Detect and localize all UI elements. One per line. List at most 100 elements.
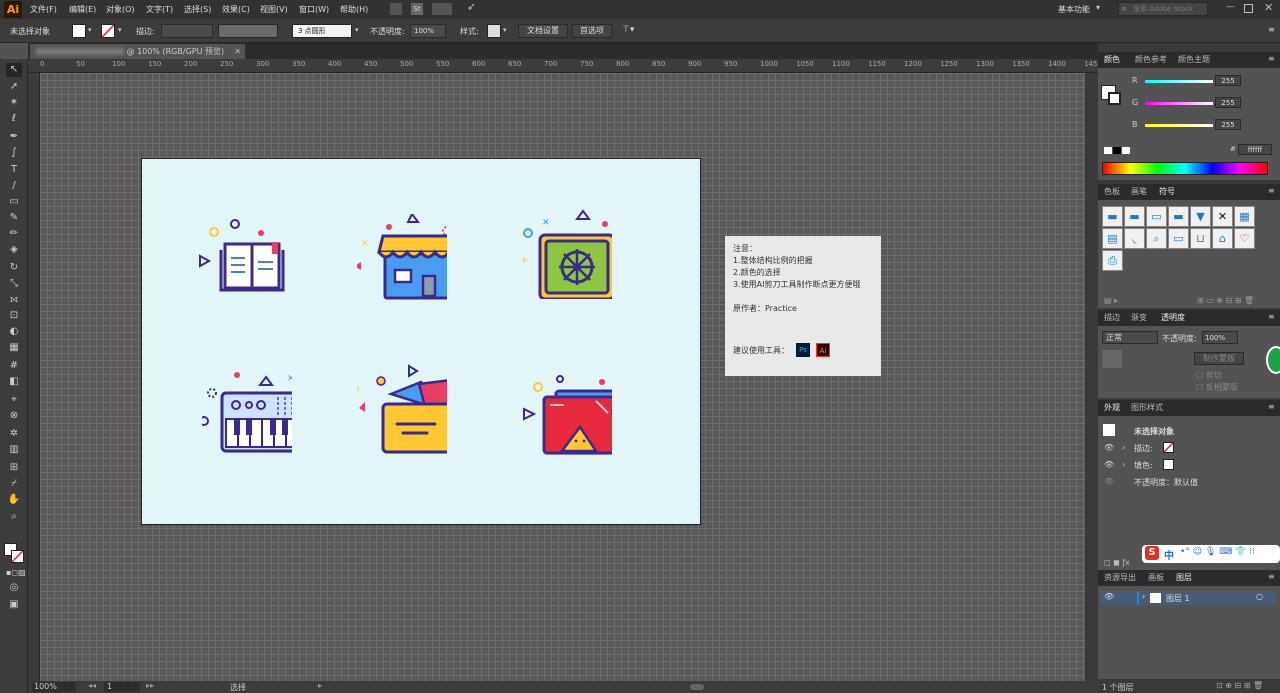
graphic-style-swatch[interactable] — [487, 24, 501, 38]
status-menu-icon[interactable]: ▸ — [318, 681, 322, 690]
chevron-down-icon[interactable]: ▾ — [1096, 3, 1100, 12]
arrange-icon[interactable] — [432, 3, 452, 15]
zoom-tool-icon[interactable]: ⌕ — [6, 510, 22, 524]
chevron-right-icon[interactable]: › — [1122, 460, 1125, 469]
panel-menu-icon[interactable]: ≡ — [1268, 402, 1275, 411]
symbol-film-icon[interactable]: ▤ — [1102, 228, 1123, 249]
paintbrush-tool-icon[interactable]: ✎ — [6, 211, 22, 225]
artboard[interactable]: ✕ + ✕ ✕ + — [141, 158, 701, 525]
symbol-banner-icon[interactable]: ▬ — [1102, 206, 1123, 227]
symbol-card-icon[interactable]: ▭ — [1168, 228, 1189, 249]
symbol-search-icon[interactable]: ⌕ — [1146, 228, 1167, 249]
scale-tool-icon[interactable]: ⤡ — [6, 277, 22, 291]
slice-tool-icon[interactable]: ⌿ — [6, 477, 22, 491]
type-tool-icon[interactable]: T — [6, 163, 22, 177]
panel-menu-icon[interactable]: ≡ — [1268, 54, 1275, 63]
artboard-nav-prev[interactable]: ◂◂ — [88, 681, 96, 690]
ime-tool-icons[interactable]: •° ☺ 🎙 ⌨ 👕 ⁝⁝ — [1180, 547, 1255, 557]
stroke-weight-field[interactable] — [161, 24, 213, 38]
tab-asset-export[interactable]: 资源导出 — [1104, 572, 1136, 583]
layer-row[interactable]: 👁 › 图层 1 ○ — [1100, 591, 1276, 605]
pencil-tool-icon[interactable]: ✏ — [6, 227, 22, 241]
hex-value-field[interactable]: ffffff — [1238, 144, 1272, 155]
selection-tool-icon[interactable]: ↖ — [6, 63, 22, 77]
appearance-opacity-row[interactable]: 不透明度：默认值 — [1134, 477, 1198, 488]
pen-tool-icon[interactable]: ✒ — [6, 130, 22, 144]
symbol-heart-plus-icon[interactable]: ♡ — [1234, 228, 1255, 249]
clip-checkbox[interactable]: ☐ 剪切 — [1196, 370, 1222, 381]
symbol-banner-icon[interactable]: ▭ — [1146, 206, 1167, 227]
panel-menu-icon[interactable]: ≡ — [1268, 25, 1275, 34]
symbol-grid-icon[interactable]: ▦ — [1234, 206, 1255, 227]
close-icon[interactable]: ✕ — [234, 44, 241, 59]
preferences-button[interactable]: 首选项 — [572, 24, 612, 38]
floating-assistant-icon[interactable] — [1266, 346, 1280, 374]
rotate-tool-icon[interactable]: ↻ — [6, 261, 22, 275]
blend-mode-select[interactable]: 正常 — [1102, 331, 1158, 344]
panel-menu-icon[interactable]: ≡ — [1268, 312, 1275, 321]
menu-help[interactable]: 帮助(H) — [340, 4, 368, 15]
chevron-down-icon[interactable]: ▾ — [355, 26, 359, 34]
tab-graphic-styles[interactable]: 图形样式 — [1131, 402, 1163, 413]
panel-menu-icon[interactable]: ≡ — [1268, 186, 1275, 195]
symbol-print-icon[interactable]: ⎙ — [1102, 250, 1123, 271]
sync-icon[interactable]: ➶ — [467, 2, 475, 13]
lasso-tool-icon[interactable]: ℓ — [6, 112, 22, 126]
color-spectrum[interactable] — [1102, 162, 1268, 175]
symbol-dropdown-icon[interactable]: ▼ — [1190, 206, 1211, 227]
menu-file[interactable]: 文件(F) — [30, 4, 57, 15]
tab-transparency[interactable]: 透明度 — [1161, 312, 1185, 323]
menu-view[interactable]: 视图(V) — [260, 4, 288, 15]
column-graph-tool-icon[interactable]: ▥ — [6, 443, 22, 457]
tab-brushes[interactable]: 画笔 — [1131, 186, 1147, 197]
free-transform-tool-icon[interactable]: ⊡ — [6, 309, 22, 323]
width-tool-icon[interactable]: ⟗ — [6, 293, 22, 307]
tab-color-guide[interactable]: 颜色参考 — [1135, 54, 1167, 65]
make-mask-button[interactable]: 制作蒙版 — [1194, 352, 1244, 365]
horizontal-scrollbar-thumb[interactable] — [690, 684, 704, 690]
symbol-close-icon[interactable]: ✕ — [1212, 206, 1233, 227]
menu-edit[interactable]: 编辑(E) — [69, 4, 96, 15]
tab-gradient[interactable]: 渐变 — [1131, 312, 1147, 323]
appearance-stroke-swatch[interactable] — [1163, 442, 1174, 453]
artboard-nav-next[interactable]: ▸▸ — [146, 681, 154, 690]
tab-color-themes[interactable]: 颜色主题 — [1178, 54, 1210, 65]
channel-b-value[interactable]: 255 — [1215, 119, 1241, 130]
arrange-documents-icon[interactable]: ⊤▾ — [622, 25, 634, 35]
brush-definition-field[interactable]: 3 点圆形 — [292, 24, 352, 38]
chevron-down-icon[interactable]: ▾ — [118, 26, 122, 34]
mesh-tool-icon[interactable]: # — [6, 359, 22, 373]
symbol-banner-icon[interactable]: ▬ — [1168, 206, 1189, 227]
stroke-color-icon[interactable] — [11, 550, 24, 563]
black-swatch[interactable] — [1113, 147, 1121, 154]
channel-r-slider[interactable] — [1145, 80, 1213, 83]
tab-stroke[interactable]: 描边 — [1104, 312, 1120, 323]
ime-toolbar[interactable]: S 中 •° ☺ 🎙 ⌨ 👕 ⁝⁝ — [1142, 545, 1280, 563]
vertical-scrollbar[interactable] — [1085, 73, 1098, 681]
symbol-rss-icon[interactable]: ◟ — [1124, 228, 1145, 249]
ime-mode-label[interactable]: 中 — [1164, 547, 1174, 562]
stock-icon[interactable]: St — [411, 3, 423, 15]
shape-builder-tool-icon[interactable]: ◐ — [6, 325, 22, 339]
artboard-tool-icon[interactable]: ⊞ — [6, 461, 22, 475]
menu-effect[interactable]: 效果(C) — [222, 4, 250, 15]
minimize-button[interactable]: — — [1226, 2, 1235, 12]
hand-tool-icon[interactable]: ✋ — [6, 493, 22, 507]
menu-window[interactable]: 窗口(W) — [299, 4, 329, 15]
white-swatch[interactable] — [1122, 147, 1130, 154]
drawing-mode-icon[interactable]: ◎ — [6, 581, 22, 595]
opacity-field[interactable]: 100% — [410, 24, 446, 38]
magic-wand-tool-icon[interactable]: ✶ — [6, 96, 22, 110]
tab-artboards[interactable]: 画板 — [1148, 572, 1164, 583]
transparency-opacity-field[interactable]: 100% — [1202, 331, 1238, 344]
channel-g-slider[interactable] — [1145, 102, 1213, 105]
appearance-footer-icons[interactable]: ◻ ◼ ƒx — [1104, 558, 1130, 567]
blend-tool-icon[interactable]: ⊗ — [6, 409, 22, 423]
close-button[interactable]: ✕ — [1264, 1, 1273, 14]
chevron-right-icon[interactable]: › — [1142, 592, 1145, 601]
chevron-down-icon[interactable]: ▾ — [88, 26, 92, 34]
tab-swatches[interactable]: 色板 — [1104, 186, 1120, 197]
eraser-tool-icon[interactable]: ◈ — [6, 243, 22, 257]
symbol-home-icon[interactable]: ⌂ — [1212, 228, 1233, 249]
tab-symbols[interactable]: 符号 — [1159, 186, 1175, 197]
